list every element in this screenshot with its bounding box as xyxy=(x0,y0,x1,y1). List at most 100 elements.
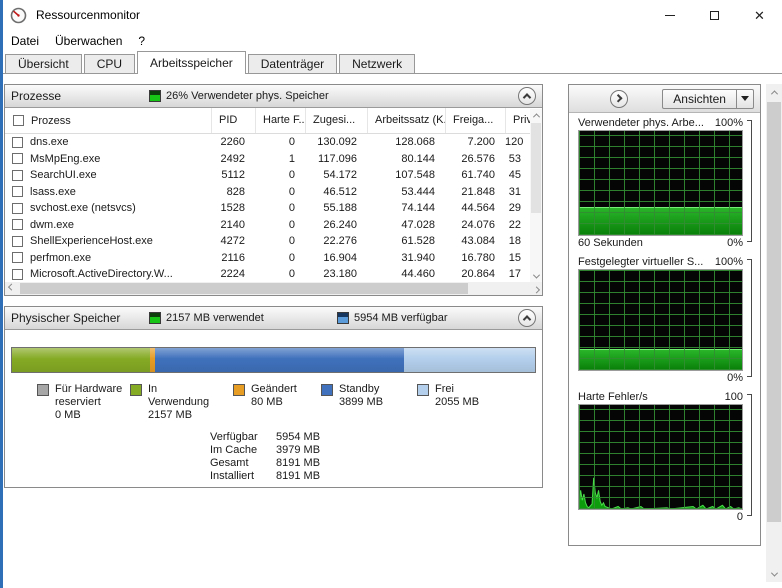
row-checkbox[interactable] xyxy=(12,136,23,148)
row-checkbox[interactable] xyxy=(12,153,23,165)
column-header-working_set[interactable]: Arbeitssatz (K... xyxy=(367,108,445,133)
stat-label: Im Cache xyxy=(210,444,258,456)
graph-canvas xyxy=(578,269,743,371)
cell-pid: 2224 xyxy=(220,268,245,280)
column-header-pid[interactable]: PID xyxy=(211,108,255,133)
graph-canvas xyxy=(578,130,743,236)
legend-label: Frei xyxy=(435,383,454,395)
cell-shareable: 44.564 xyxy=(461,202,495,214)
graph-bottom-row: 60 Sekunden 0% xyxy=(578,236,743,252)
process-name: dwm.exe xyxy=(30,218,75,231)
table-row[interactable]: Microsoft.ActiveDirectory.W... 2224 0 23.18… xyxy=(5,266,530,281)
legend-item: Frei 2055 MB xyxy=(417,383,507,422)
menu-item-help[interactable]: ? xyxy=(130,32,153,50)
row-checkbox[interactable] xyxy=(12,186,23,198)
row-checkbox[interactable] xyxy=(12,268,23,280)
scroll-right-arrow[interactable] xyxy=(530,282,542,294)
cell-hard_faults: 1 xyxy=(288,152,295,165)
chevron-up-icon xyxy=(522,315,532,324)
process-rows: dns.exe 2260 0 130.092 128.068 7.200 120 MsMpEn… xyxy=(5,134,530,281)
column-header-commit[interactable]: Zugesi... xyxy=(305,108,367,133)
row-checkbox[interactable] xyxy=(12,202,23,214)
stat-row: Im Cache 3979 MB xyxy=(210,444,320,457)
cell-working_set: 31.940 xyxy=(401,251,435,264)
legend-value: 2055 MB xyxy=(435,396,480,408)
row-checkbox[interactable] xyxy=(12,219,23,231)
graph-canvas xyxy=(578,404,743,510)
graph-label-row: Verwendeter phys. Arbe... 100% xyxy=(578,116,743,130)
memory-collapse-button[interactable] xyxy=(518,309,536,327)
table-row[interactable]: MsMpEng.exe 2492 1 117.096 80.144 26.576 53 xyxy=(5,151,530,168)
bar-segment-1 xyxy=(12,348,150,372)
scroll-left-arrow[interactable] xyxy=(5,282,17,294)
cell-working_set: 80.144 xyxy=(401,152,435,165)
cell-pid: 1528 xyxy=(220,202,245,214)
vertical-scroll-thumb[interactable] xyxy=(531,123,541,213)
panel-expand-button[interactable] xyxy=(609,89,628,108)
column-header-shareable[interactable]: Freiga... xyxy=(445,108,505,133)
cell-working_set: 53.444 xyxy=(401,185,435,198)
views-dropdown-arrow[interactable] xyxy=(735,89,753,108)
cell-working_set: 128.068 xyxy=(395,136,435,148)
cell-private: 22 xyxy=(508,218,521,231)
menu-item-ueberwachen[interactable]: Überwachen xyxy=(47,32,130,50)
table-row[interactable]: SearchUI.exe 5112 0 54.172 107.548 61.740 45 xyxy=(5,167,530,184)
table-row[interactable]: perfmon.exe 2116 0 16.904 31.940 16.780 15 xyxy=(5,250,530,267)
table-row[interactable]: svchost.exe (netsvcs) 1528 0 55.188 74.144 44… xyxy=(5,200,530,217)
cell-name: svchost.exe (netsvcs) xyxy=(5,200,211,217)
maximize-button[interactable] xyxy=(692,0,737,30)
column-header-hard_faults[interactable]: Harte F... xyxy=(255,108,305,133)
tab--bersicht[interactable]: Übersicht xyxy=(5,54,82,73)
table-row[interactable]: lsass.exe 828 0 46.512 53.444 21.848 31 xyxy=(5,184,530,201)
select-all-checkbox[interactable] xyxy=(13,115,24,126)
resource-monitor-window: Ressourcenmonitor ✕ Datei Überwachen ? Ü… xyxy=(0,0,782,588)
chevron-right-icon xyxy=(532,285,540,293)
table-horizontal-scrollbar[interactable] xyxy=(5,282,542,295)
processes-collapse-button[interactable] xyxy=(518,87,536,105)
table-row[interactable]: dwm.exe 2140 0 26.240 47.028 24.076 22 xyxy=(5,217,530,234)
table-vertical-scrollbar[interactable] xyxy=(530,109,542,282)
row-checkbox[interactable] xyxy=(12,235,23,247)
table-row[interactable]: dns.exe 2260 0 130.092 128.068 7.200 120 xyxy=(5,134,530,151)
menu-item-datei[interactable]: Datei xyxy=(3,32,47,50)
window-scroll-thumb[interactable] xyxy=(767,102,781,522)
legend-text: In Verwendung 2157 MB xyxy=(148,383,214,422)
scroll-down-arrow[interactable] xyxy=(766,566,782,582)
stat-label: Verfügbar xyxy=(210,431,258,443)
tab-arbeitsspeicher[interactable]: Arbeitsspeicher xyxy=(137,51,246,74)
cell-commit: 46.512 xyxy=(323,185,357,198)
scroll-down-arrow[interactable] xyxy=(530,270,542,282)
cell-private: 17 xyxy=(508,268,521,280)
scroll-up-arrow[interactable] xyxy=(530,109,542,121)
minimize-button[interactable] xyxy=(647,0,692,30)
tab-netzwerk[interactable]: Netzwerk xyxy=(339,54,416,73)
process-name: Microsoft.ActiveDirectory.W... xyxy=(30,268,173,281)
cell-name: lsass.exe xyxy=(5,184,211,201)
graph-title: Harte Fehler/s xyxy=(578,391,648,403)
process-table-header: Prozess PID Harte F... Zugesi... Arbeitssatz… xyxy=(5,108,531,134)
cell-hard_faults: 0 xyxy=(288,185,295,198)
legend-label: In Verwendung xyxy=(148,383,210,408)
cell-shareable: 7.200 xyxy=(467,136,495,148)
tab-cpu[interactable]: CPU xyxy=(83,54,136,73)
close-button[interactable]: ✕ xyxy=(737,0,782,30)
graph-bracket xyxy=(747,259,752,377)
scroll-up-arrow[interactable] xyxy=(766,84,782,100)
table-row[interactable]: ShellExperienceHost.exe 4272 0 22.276 61.528… xyxy=(5,233,530,250)
horizontal-scroll-thumb[interactable] xyxy=(20,283,468,294)
cell-shareable: 24.076 xyxy=(461,218,495,231)
column-header-private[interactable]: Priv... xyxy=(505,108,531,133)
cell-pid: 2116 xyxy=(221,251,245,264)
cell-pid: 2492 xyxy=(220,152,245,165)
row-checkbox[interactable] xyxy=(12,252,23,264)
graph-title: Festgelegter virtueller S... xyxy=(578,256,704,268)
memory-used-status: 2157 MB verwendet xyxy=(149,312,337,324)
graph-max-label: 100 xyxy=(724,391,743,403)
graph-bracket xyxy=(747,120,752,242)
column-header-name[interactable]: Prozess xyxy=(5,108,211,133)
tab-datentr-ger[interactable]: Datenträger xyxy=(247,54,338,73)
window-scrollbar[interactable] xyxy=(766,84,782,582)
views-button[interactable]: Ansichten xyxy=(662,88,754,109)
menu-bar: Datei Überwachen ? xyxy=(3,30,782,51)
row-checkbox[interactable] xyxy=(12,169,23,181)
